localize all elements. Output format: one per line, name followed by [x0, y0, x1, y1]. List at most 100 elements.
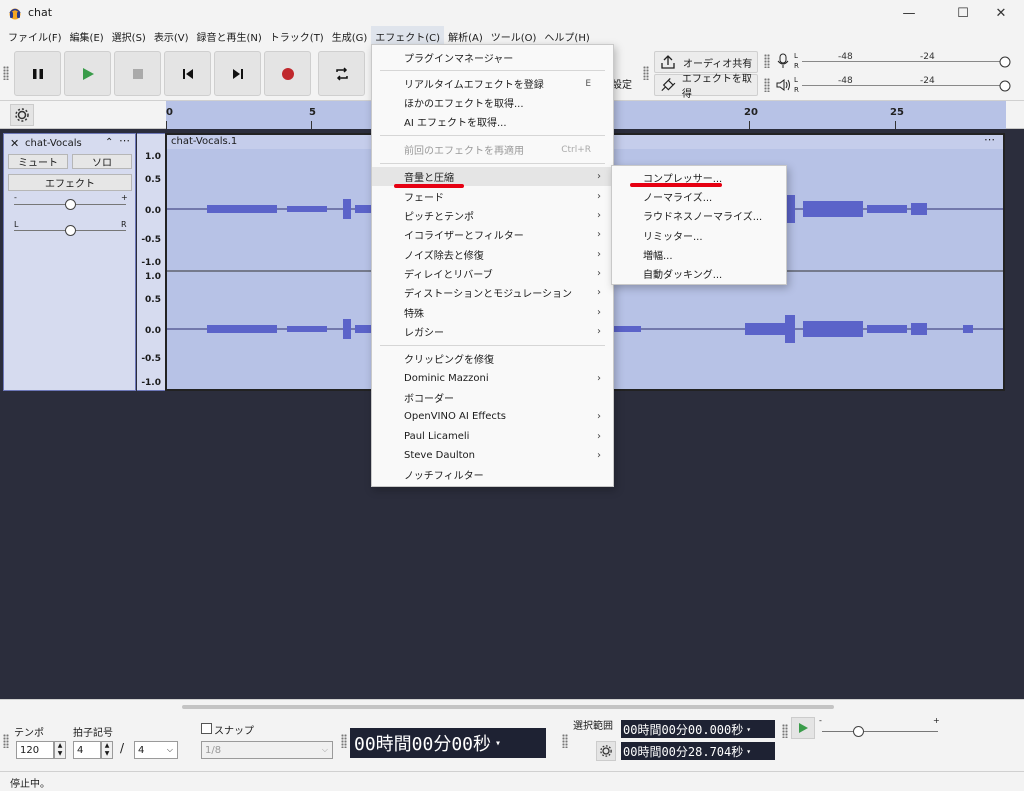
time-signature-stepper[interactable]: ▲ ▼ [101, 741, 113, 759]
playback-speed-slider[interactable] [853, 726, 864, 737]
scale-label: 1.0 [145, 152, 161, 162]
menu-item-openvino[interactable]: OpenVINO AI Effects › [372, 407, 613, 426]
get-effects-label: エフェクトを取得 [681, 74, 752, 100]
menu-item-eq-filters[interactable]: イコライザーとフィルター › [372, 225, 613, 244]
collapse-track-icon[interactable]: ⌃ [105, 137, 113, 148]
get-effects-button[interactable]: エフェクトを取得 [654, 74, 758, 100]
menu-item-paul-licameli[interactable]: Paul Licameli › [372, 427, 613, 446]
menu-record-play[interactable]: 録音と再生(N) [193, 26, 266, 46]
chevron-right-icon: › [597, 373, 601, 384]
menu-item-plugin-manager[interactable]: プラグインマネージャー [372, 48, 613, 67]
tempo-stepper[interactable]: ▲ ▼ [54, 741, 66, 759]
menu-item-notch-filter[interactable]: ノッチフィルター [372, 465, 613, 484]
menu-item-amplify[interactable]: 増幅... [612, 245, 786, 264]
skip-start-button[interactable] [164, 51, 211, 96]
track-name[interactable]: chat-Vocals [25, 138, 82, 149]
selection-start-time[interactable]: 00時間00分00.000秒 ▾ [621, 720, 775, 738]
play-at-speed-button[interactable] [791, 717, 815, 739]
toolbar-grip[interactable] [3, 66, 9, 80]
menu-item-steve-daulton[interactable]: Steve Daulton › [372, 446, 613, 465]
menu-item-auto-duck[interactable]: 自動ダッキング... [612, 264, 786, 283]
menu-item-get-more-effects[interactable]: ほかのエフェクトを取得... [372, 93, 613, 112]
menu-item-vocoder[interactable]: ボコーダー [372, 388, 613, 407]
toolbar-grip[interactable] [562, 734, 568, 748]
timeline-settings-button[interactable] [10, 104, 34, 126]
menu-item-distortion-modulation[interactable]: ディストーションとモジュレーション › [372, 283, 613, 302]
minimize-button[interactable]: — [886, 0, 932, 26]
menu-view[interactable]: 表示(V) [150, 26, 193, 46]
menu-file[interactable]: ファイル(F) [4, 26, 66, 46]
toolbar-grip[interactable] [3, 734, 9, 748]
toolbar-grip[interactable] [782, 724, 788, 738]
speaker-icon[interactable] [776, 78, 792, 92]
meter-slider-icon[interactable] [998, 79, 1012, 93]
play-button[interactable] [64, 51, 111, 96]
stop-button[interactable] [114, 51, 161, 96]
microphone-icon[interactable] [776, 53, 790, 69]
toolbar-grip[interactable] [341, 734, 347, 748]
clip-name[interactable]: chat-Vocals.1 [171, 136, 237, 147]
plug-icon [661, 78, 676, 92]
pause-button[interactable] [14, 51, 61, 96]
menu-item-register-realtime[interactable]: リアルタイムエフェクトを登録 E [372, 74, 613, 93]
menu-tools[interactable]: ツール(O) [487, 26, 541, 46]
pan-right-label: R [121, 220, 127, 229]
scale-label: -0.5 [141, 235, 161, 245]
effects-button[interactable]: エフェクト [8, 174, 132, 191]
recording-meter[interactable]: L R -48 -24 [794, 52, 1018, 72]
menu-item-dominic-mazzoni[interactable]: Dominic Mazzoni › [372, 369, 613, 388]
toolbar-grip[interactable] [643, 66, 649, 80]
tempo-label: テンポ [14, 728, 44, 739]
menu-item-pitch-tempo[interactable]: ピッチとテンポ › [372, 206, 613, 225]
menu-item-fade[interactable]: フェード › [372, 187, 613, 206]
menu-item-repeat-last-effect[interactable]: 前回のエフェクトを再適用 Ctrl+R [372, 140, 613, 159]
meter-slider-icon[interactable] [998, 55, 1012, 69]
menu-item-delay-reverb[interactable]: ディレイとリバーブ › [372, 264, 613, 283]
audacity-logo-icon [9, 8, 21, 20]
skip-end-button[interactable] [214, 51, 261, 96]
selection-settings-button[interactable] [596, 741, 616, 761]
menu-item-noise-repair[interactable]: ノイズ除去と修復 › [372, 245, 613, 264]
horizontal-scrollbar[interactable] [182, 705, 834, 709]
loop-button[interactable] [318, 51, 365, 96]
selection-end-time[interactable]: 00時間00分28.704秒 ▾ [621, 742, 775, 760]
record-button[interactable] [264, 51, 311, 96]
tempo-input[interactable]: 120 [16, 741, 54, 759]
settings-label[interactable]: 設定 [612, 76, 632, 91]
menu-analyze[interactable]: 解析(A) [444, 26, 487, 46]
menu-item-special[interactable]: 特殊 › [372, 303, 613, 322]
time-signature-slash: / [120, 741, 125, 755]
snap-select[interactable]: 1/8 ⌵ [201, 741, 333, 759]
toolbar-grip[interactable] [764, 78, 770, 92]
menu-effect[interactable]: エフェクト(C) [371, 26, 445, 46]
toolbar-grip[interactable] [764, 54, 770, 68]
menu-generate[interactable]: 生成(G) [328, 26, 372, 46]
time-display[interactable]: 00時間00分00秒 ▾ [350, 728, 546, 758]
chevron-right-icon: › [597, 210, 601, 221]
track-menu-icon[interactable]: ⋯ [119, 134, 130, 147]
close-button[interactable]: ✕ [978, 0, 1024, 26]
menu-item-clip-fix[interactable]: クリッピングを修復 [372, 349, 613, 368]
menu-item-get-ai-effects[interactable]: AI エフェクトを取得... [372, 112, 613, 131]
close-track-icon[interactable]: ✕ [10, 137, 19, 150]
menu-item-legacy[interactable]: レガシー › [372, 322, 613, 341]
pan-slider[interactable] [65, 225, 76, 236]
solo-button[interactable]: ソロ [72, 154, 132, 169]
menu-item-normalize[interactable]: ノーマライズ... [612, 187, 786, 206]
menu-item-limiter[interactable]: リミッター... [612, 226, 786, 245]
scale-label: 0.0 [145, 206, 161, 216]
mute-button[interactable]: ミュート [8, 154, 68, 169]
playback-meter[interactable]: L R -48 -24 [794, 76, 1018, 96]
time-signature-denominator[interactable]: 4 ⌵ [134, 741, 178, 759]
menu-track[interactable]: トラック(T) [266, 26, 328, 46]
clip-menu-icon[interactable]: ⋯ [984, 133, 995, 146]
time-signature-numerator[interactable]: 4 [73, 741, 101, 759]
menu-help[interactable]: ヘルプ(H) [540, 26, 593, 46]
menu-edit[interactable]: 編集(E) [66, 26, 108, 46]
gain-slider[interactable] [65, 199, 76, 210]
track-control-panel[interactable]: ✕ chat-Vocals ⌃ ⋯ ミュート ソロ エフェクト - + L R [3, 133, 136, 391]
menu-item-loudness-normalize[interactable]: ラウドネスノーマライズ... [612, 206, 786, 225]
menu-select[interactable]: 選択(S) [108, 26, 150, 46]
skip-to-start-icon [182, 68, 193, 79]
snap-checkbox[interactable] [201, 723, 212, 734]
